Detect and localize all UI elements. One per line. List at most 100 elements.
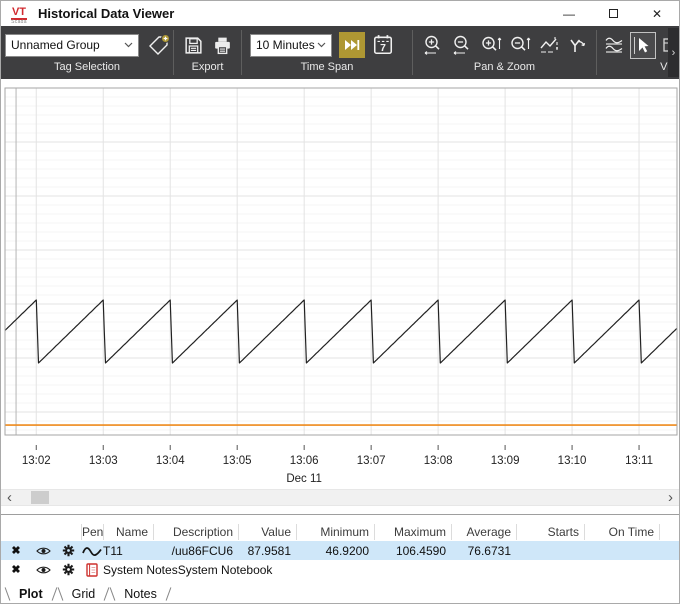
- toolbar-expand-button[interactable]: ›: [668, 28, 679, 77]
- minimize-icon: —: [563, 7, 575, 21]
- y-axis-undo-icon: [567, 35, 587, 55]
- remove-pen-button[interactable]: ✖: [1, 544, 31, 557]
- history-plot[interactable]: 13:0213:0313:0413:0513:0613:0713:0813:09…: [1, 79, 680, 488]
- col-maximum: Maximum: [374, 524, 451, 540]
- export-label: Export: [174, 61, 241, 73]
- notes-name: System Notes: [103, 563, 178, 577]
- jump-to-now-button[interactable]: [339, 32, 365, 58]
- save-icon: [183, 35, 204, 56]
- tab-grid[interactable]: Grid: [61, 587, 107, 601]
- zoom-out-value-button[interactable]: [509, 34, 531, 56]
- zoom-in-value-button[interactable]: [480, 34, 502, 56]
- col-average: Average: [451, 524, 516, 540]
- pen-panel: Pen Name Description Value Minimum Maxim…: [1, 514, 679, 604]
- scrollbar-thumb[interactable]: [31, 491, 49, 504]
- tab-notes[interactable]: Notes: [113, 587, 168, 601]
- bottom-tab-bar: Plot Grid Notes: [1, 583, 679, 604]
- printer-icon: [212, 35, 233, 56]
- export-save-button[interactable]: [183, 35, 204, 56]
- pointer-mode-button[interactable]: [630, 32, 656, 59]
- maximize-button[interactable]: [591, 1, 635, 26]
- close-icon: ✕: [652, 7, 662, 21]
- pen-maximum: 106.4590: [374, 544, 451, 558]
- export-group: Export: [174, 26, 241, 79]
- chevron-left-icon: ‹: [7, 490, 12, 505]
- col-name: Name: [103, 524, 153, 540]
- remove-pen-button[interactable]: ✖: [1, 563, 31, 576]
- view-group: View: [597, 26, 679, 79]
- chevron-right-icon: ›: [672, 47, 676, 59]
- gear-icon: [62, 563, 75, 576]
- chevron-down-icon: [124, 42, 133, 48]
- time-span-combobox[interactable]: 10 Minutes: [250, 34, 332, 57]
- title-bar: VT Scada Historical Data Viewer — ✕: [1, 1, 679, 26]
- svg-text:7: 7: [380, 43, 386, 54]
- scroll-left-button[interactable]: ‹: [1, 490, 18, 505]
- col-starts: Starts: [516, 524, 584, 540]
- reset-y-axis-button[interactable]: [567, 35, 587, 55]
- pen-row-system-notes[interactable]: ✖: [1, 560, 679, 579]
- maximize-icon: [609, 9, 618, 18]
- close-button[interactable]: ✕: [635, 1, 679, 26]
- pen-row-t11[interactable]: ✖: [1, 541, 679, 560]
- stacked-plots-button[interactable]: [603, 35, 626, 56]
- zoom-out-time-button[interactable]: [451, 34, 473, 56]
- stacked-plots-icon: [603, 35, 626, 56]
- svg-text:13:05: 13:05: [223, 455, 252, 467]
- pen-settings-button[interactable]: [56, 544, 81, 557]
- tab-plot[interactable]: Plot: [8, 587, 54, 601]
- tag-selection-label: Tag Selection: [1, 61, 173, 73]
- chevron-down-icon: [317, 42, 326, 48]
- ribbon-toolbar: Unnamed Group Tag Selection: [1, 26, 679, 79]
- svg-text:13:02: 13:02: [22, 455, 51, 467]
- pointer-mode-divider: [634, 37, 635, 54]
- svg-text:13:10: 13:10: [558, 455, 587, 467]
- pen-name: T11: [103, 544, 153, 558]
- time-span-group: 10 Minutes 7: [242, 26, 412, 79]
- export-print-button[interactable]: [212, 35, 233, 56]
- add-tag-button[interactable]: [147, 33, 171, 57]
- svg-text:13:08: 13:08: [424, 455, 453, 467]
- cursor-icon: [636, 37, 650, 54]
- tag-group-combobox[interactable]: Unnamed Group: [5, 34, 139, 57]
- pen-description: /uu86FCU6: [153, 544, 238, 558]
- reset-zoom-button[interactable]: [538, 34, 560, 56]
- pen-settings-button[interactable]: [56, 563, 81, 576]
- pan-zoom-group: Pan & Zoom: [413, 26, 596, 79]
- zoom-out-value-icon: [509, 34, 531, 56]
- minimize-button[interactable]: —: [547, 1, 591, 26]
- tag-selection-group: Unnamed Group Tag Selection: [1, 26, 173, 79]
- pen-minimum: 46.9200: [296, 544, 374, 558]
- visibility-toggle[interactable]: [31, 546, 56, 556]
- zoom-in-time-button[interactable]: [422, 34, 444, 56]
- time-scrollbar[interactable]: ‹ ›: [1, 489, 679, 506]
- svg-text:13:09: 13:09: [491, 455, 520, 467]
- zoom-out-time-icon: [451, 34, 473, 56]
- col-value: Value: [238, 524, 296, 540]
- pen-style-button[interactable]: [81, 545, 103, 557]
- visibility-toggle[interactable]: [31, 565, 56, 575]
- pen-table: Pen Name Description Value Minimum Maxim…: [1, 522, 679, 579]
- svg-text:13:04: 13:04: [156, 455, 185, 467]
- time-span-label: Time Span: [242, 61, 412, 73]
- svg-text:Dec 11: Dec 11: [286, 473, 322, 485]
- eye-icon: [36, 565, 51, 575]
- notebook-button[interactable]: [81, 563, 103, 577]
- pen-average: 76.6731: [451, 544, 516, 558]
- zoom-reset-icon: [538, 34, 560, 56]
- pick-date-button[interactable]: 7: [372, 34, 394, 56]
- tag-add-icon: [147, 33, 171, 57]
- chart-area: 13:0213:0313:0413:0513:0613:0713:0813:09…: [1, 79, 679, 514]
- svg-text:13:11: 13:11: [625, 455, 653, 467]
- calendar-icon: 7: [372, 34, 394, 56]
- svg-text:13:03: 13:03: [89, 455, 118, 467]
- svg-text:13:07: 13:07: [357, 455, 386, 467]
- zoom-in-value-icon: [480, 34, 502, 56]
- chevron-right-icon: ›: [668, 490, 673, 505]
- col-on-time: On Time: [584, 524, 659, 540]
- eye-icon: [36, 546, 51, 556]
- gear-icon: [62, 544, 75, 557]
- notebook-icon: [86, 563, 98, 577]
- scroll-right-button[interactable]: ›: [662, 490, 679, 505]
- pan-zoom-label: Pan & Zoom: [413, 61, 596, 73]
